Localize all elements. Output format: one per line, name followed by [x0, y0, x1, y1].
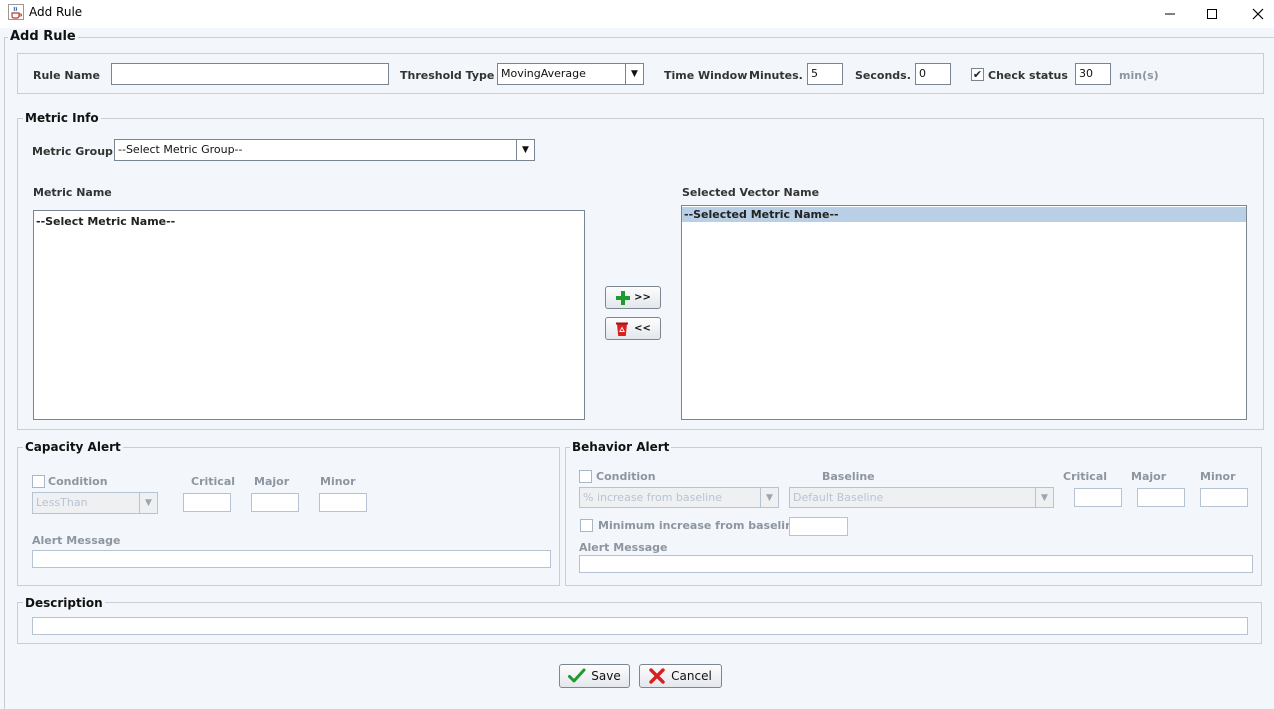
- behavior-alert-title: Behavior Alert: [570, 440, 672, 454]
- behavior-condition-checkbox[interactable]: [579, 470, 592, 483]
- behavior-condition-value: % increase from baseline: [583, 491, 722, 504]
- remove-button-label: <<: [634, 323, 651, 334]
- behavior-baseline-value: Default Baseline: [793, 491, 884, 504]
- threshold-type-value: MovingAverage: [501, 67, 586, 80]
- green-plus-icon: [616, 290, 631, 305]
- capacity-critical-input[interactable]: [183, 493, 231, 512]
- behavior-baseline-label: Baseline: [822, 470, 875, 483]
- capacity-condition-checkbox[interactable]: [32, 475, 45, 488]
- behavior-major-input[interactable]: [1137, 488, 1185, 507]
- seconds-input[interactable]: 0: [915, 63, 951, 85]
- capacity-condition-value: LessThan: [36, 496, 88, 509]
- capacity-condition-label: Condition: [48, 475, 108, 488]
- list-item[interactable]: --Selected Metric Name--: [682, 207, 1246, 222]
- capacity-minor-input[interactable]: [319, 493, 367, 512]
- metric-group-label: Metric Group: [32, 145, 113, 158]
- threshold-type-label: Threshold Type: [400, 69, 495, 82]
- behavior-minor-label: Minor: [1200, 470, 1236, 483]
- window-title: Add Rule: [29, 5, 83, 19]
- chevron-down-icon: ▼: [760, 488, 778, 507]
- capacity-major-input[interactable]: [251, 493, 299, 512]
- behavior-alert-message-input[interactable]: [579, 555, 1253, 573]
- metric-name-list[interactable]: --Select Metric Name--: [33, 210, 585, 420]
- capacity-major-label: Major: [254, 475, 290, 488]
- selected-vector-label: Selected Vector Name: [682, 186, 820, 199]
- behavior-alert-message-label: Alert Message: [579, 541, 668, 554]
- remove-metric-button[interactable]: <<: [605, 317, 661, 340]
- save-button[interactable]: Save: [559, 664, 630, 688]
- threshold-type-select[interactable]: MovingAverage ▼: [497, 63, 644, 85]
- interval-unit-label: min(s): [1119, 69, 1159, 82]
- chevron-down-icon: ▼: [1035, 488, 1053, 507]
- metric-name-label: Metric Name: [33, 186, 112, 199]
- minimize-icon: [1165, 13, 1175, 15]
- behavior-condition-select[interactable]: % increase from baseline ▼: [579, 487, 779, 508]
- maximize-icon: [1207, 9, 1217, 19]
- min-increase-label: Minimum increase from baseline: [598, 519, 801, 532]
- seconds-label: Seconds.: [855, 69, 911, 82]
- java-cup-icon: [8, 4, 24, 20]
- check-status-checkbox[interactable]: ✔: [971, 68, 984, 81]
- rule-name-input[interactable]: [111, 63, 389, 85]
- behavior-critical-label: Critical: [1063, 470, 1108, 483]
- cancel-button-label: Cancel: [671, 669, 712, 683]
- capacity-alert-title: Capacity Alert: [23, 440, 123, 454]
- behavior-baseline-select[interactable]: Default Baseline ▼: [789, 487, 1054, 508]
- behavior-major-label: Major: [1131, 470, 1167, 483]
- behavior-minor-input[interactable]: [1200, 488, 1248, 507]
- chevron-down-icon: ▼: [516, 140, 534, 160]
- metric-info-title: Metric Info: [23, 111, 101, 125]
- behavior-condition-label: Condition: [596, 470, 656, 483]
- capacity-alert-message-label: Alert Message: [32, 534, 121, 547]
- interval-input[interactable]: 30: [1075, 63, 1111, 85]
- selected-vector-list[interactable]: --Selected Metric Name--: [681, 205, 1247, 420]
- minutes-label: Minutes.: [749, 69, 803, 82]
- rule-name-label: Rule Name: [33, 69, 100, 82]
- capacity-minor-label: Minor: [320, 475, 356, 488]
- add-metric-button[interactable]: >>: [605, 286, 661, 309]
- metric-group-value: --Select Metric Group--: [118, 143, 243, 156]
- capacity-critical-label: Critical: [191, 475, 236, 488]
- description-input[interactable]: [32, 617, 1248, 635]
- minutes-input[interactable]: 5: [807, 63, 843, 85]
- behavior-critical-input[interactable]: [1074, 488, 1122, 507]
- capacity-alert-message-input[interactable]: [32, 550, 551, 568]
- maximize-button[interactable]: [1189, 0, 1235, 28]
- add-button-label: >>: [634, 292, 651, 303]
- green-check-icon: [568, 668, 586, 683]
- min-increase-input[interactable]: [789, 517, 848, 536]
- metric-group-select[interactable]: --Select Metric Group-- ▼: [114, 139, 535, 161]
- chevron-down-icon: ▼: [625, 64, 643, 84]
- close-button[interactable]: [1235, 0, 1274, 28]
- minimize-button[interactable]: [1147, 0, 1193, 28]
- check-status-label: Check status: [988, 69, 1068, 82]
- red-bucket-icon: [616, 322, 629, 336]
- save-button-label: Save: [591, 669, 621, 683]
- description-title: Description: [23, 596, 105, 610]
- capacity-condition-select[interactable]: LessThan ▼: [32, 492, 158, 514]
- close-icon: [1252, 8, 1264, 20]
- min-increase-checkbox[interactable]: [580, 519, 593, 532]
- dialog-title: Add Rule: [8, 29, 78, 44]
- list-item[interactable]: --Select Metric Name--: [34, 214, 584, 229]
- chevron-down-icon: ▼: [139, 493, 157, 513]
- cancel-button[interactable]: Cancel: [639, 664, 722, 688]
- window-titlebar: Add Rule: [0, 0, 1274, 28]
- red-x-icon: [649, 668, 665, 684]
- time-window-label: Time Window: [664, 69, 748, 82]
